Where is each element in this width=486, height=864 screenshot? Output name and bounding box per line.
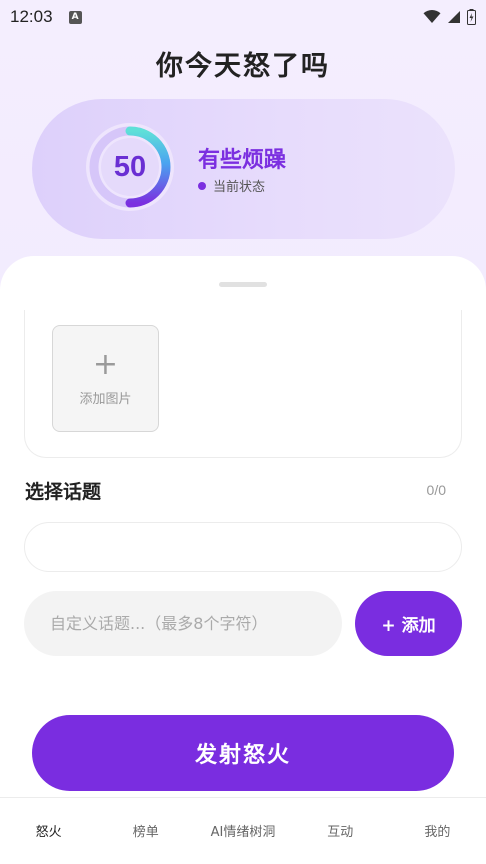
- custom-topic-input[interactable]: [24, 591, 342, 656]
- notification-badge-icon: A: [68, 10, 82, 24]
- mood-level-label: 有些烦躁: [198, 148, 287, 173]
- add-topic-button[interactable]: + 添加: [355, 591, 462, 656]
- tab-interaction[interactable]: 互动: [292, 798, 389, 864]
- wifi-icon: [423, 10, 441, 23]
- status-bar: 12:03 A: [0, 0, 486, 34]
- tab-ai-treehole[interactable]: AI情绪树洞: [194, 798, 291, 864]
- bottom-sheet: + 添加图片 选择话题 0/0 + 添加 发射怒火: [0, 256, 486, 864]
- add-image-label: 添加图片: [79, 392, 132, 407]
- page-title: 你今天怒了吗: [156, 51, 330, 82]
- status-icons: [423, 9, 476, 25]
- upload-section: + 添加图片: [24, 310, 462, 458]
- mood-score: 50: [113, 150, 147, 183]
- tab-anger[interactable]: 怒火: [0, 798, 97, 864]
- battery-icon: [467, 9, 476, 25]
- mood-status: 当前状态: [198, 176, 265, 195]
- tab-ranking[interactable]: 榜单: [97, 798, 194, 864]
- topic-selector[interactable]: [24, 522, 462, 572]
- status-dot-icon: [198, 181, 206, 190]
- submit-anger-button[interactable]: 发射怒火: [32, 715, 454, 791]
- drag-handle[interactable]: [219, 282, 267, 287]
- status-time: 12:03: [10, 7, 53, 26]
- topic-section-title: 选择话题: [25, 481, 102, 503]
- plus-icon: +: [92, 347, 119, 382]
- bottom-tabbar: 怒火 榜单 AI情绪树洞 互动 我的: [0, 797, 486, 864]
- tab-mine[interactable]: 我的: [389, 798, 486, 864]
- topic-count: 0/0: [426, 482, 446, 498]
- mood-card: 50 有些烦躁 当前状态: [32, 99, 455, 239]
- mood-status-label: 当前状态: [213, 180, 266, 195]
- signal-icon: [448, 11, 460, 23]
- add-image-button[interactable]: + 添加图片: [52, 325, 159, 432]
